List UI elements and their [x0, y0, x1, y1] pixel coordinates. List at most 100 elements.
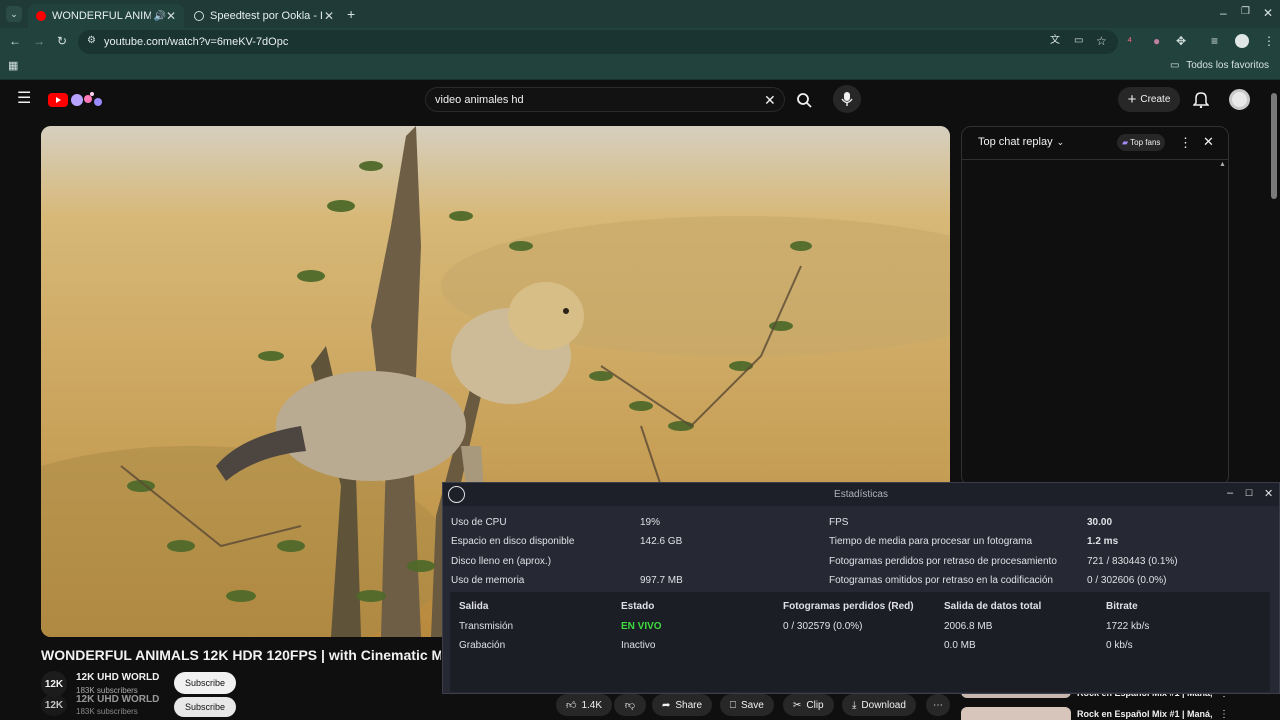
- extensions-puzzle-icon[interactable]: ✥: [1176, 35, 1186, 47]
- share-icon: ➦: [662, 699, 671, 711]
- url-text: youtube.com/watch?v=6meKV-7dOpc: [104, 36, 289, 48]
- table-cell: 2006.8 MB: [944, 621, 993, 632]
- download-button[interactable]: ⤓ Download: [842, 694, 916, 716]
- channel-avatar-ghost: 12K: [41, 694, 67, 716]
- stat-value: 30.00: [1087, 517, 1113, 528]
- stat-label: Uso de CPU: [451, 517, 507, 528]
- browser-tab-strip: ⌄ WONDERFUL ANIMA 🔊 ✕ Speedtest por Ookl…: [0, 0, 1280, 28]
- browser-toolbar: ← → ↻ ⚙ youtube.com/watch?v=6meKV-7dOpc …: [0, 28, 1280, 56]
- live-chat-panel: Top chat replay ⌄ ▰ Top fans ⋮ ✕ ▲: [961, 126, 1229, 486]
- stat-label: Uso de memoria: [451, 575, 525, 586]
- recommendation-more-icon[interactable]: ⋮: [1219, 709, 1229, 720]
- tab-speedtest[interactable]: Speedtest por Ookla - La ✕: [186, 4, 342, 28]
- close-window-icon[interactable]: ✕: [1263, 7, 1273, 19]
- create-label: Create: [1140, 94, 1171, 105]
- back-icon[interactable]: ←: [9, 35, 21, 47]
- obs-close-icon[interactable]: ✕: [1264, 487, 1273, 500]
- chat-mode-dropdown[interactable]: Top chat replay ⌄: [978, 136, 1064, 148]
- search-button[interactable]: [786, 87, 822, 112]
- clip-button[interactable]: ✂ Clip: [783, 694, 834, 716]
- menu-hamburger-icon[interactable]: ☰: [17, 91, 31, 107]
- subscribe-button-ghost: Subscribe: [174, 697, 236, 717]
- youtube-logo[interactable]: [48, 91, 108, 109]
- minimize-window-icon[interactable]: –: [1220, 7, 1227, 19]
- clear-search-icon[interactable]: ✕: [764, 92, 776, 109]
- chat-more-icon[interactable]: ⋮: [1179, 135, 1192, 151]
- tab-audio-icon[interactable]: 🔊: [153, 11, 165, 22]
- cast-icon[interactable]: ▭: [1074, 36, 1083, 46]
- thumbs-up-icon: 👍︎: [566, 700, 577, 711]
- stat-value: 0 / 302606 (0.0%): [1087, 575, 1167, 586]
- dislike-button[interactable]: 👎︎: [614, 694, 646, 716]
- chat-scroll-up-icon[interactable]: ▲: [1219, 161, 1226, 168]
- bookmarks-bar: ▦ ▭ Todos los favoritos: [0, 56, 1280, 80]
- table-header: Estado: [621, 601, 655, 612]
- top-fans-label: Top fans: [1130, 138, 1161, 147]
- notifications-bell-icon[interactable]: [1192, 90, 1210, 113]
- top-fans-button[interactable]: ▰ Top fans: [1117, 134, 1166, 151]
- account-avatar[interactable]: [1229, 89, 1250, 110]
- table-cell: Inactivo: [621, 640, 656, 651]
- recommendation-thumbnail[interactable]: [961, 707, 1071, 720]
- save-button[interactable]: ⎕ Save: [720, 694, 774, 716]
- obs-minimize-icon[interactable]: –: [1227, 487, 1233, 499]
- stat-value: 19%: [640, 517, 661, 528]
- reload-icon[interactable]: ↻: [57, 35, 67, 47]
- restore-window-icon[interactable]: ❐: [1241, 7, 1250, 17]
- all-bookmarks-folder[interactable]: ▭ Todos los favoritos: [1170, 61, 1269, 71]
- subscribe-button[interactable]: Subscribe: [174, 672, 236, 694]
- site-info-icon[interactable]: ⚙: [87, 36, 96, 46]
- stat-label: Espacio en disco disponible: [451, 536, 575, 547]
- youtube-logo-icon: [48, 92, 102, 107]
- search-icon: [797, 92, 812, 108]
- address-bar[interactable]: ⚙ youtube.com/watch?v=6meKV-7dOpc 文 ▭ ☆: [78, 30, 1118, 54]
- extension-icon[interactable]: ⁴: [1127, 35, 1132, 47]
- obs-window-title: Estadísticas: [834, 489, 888, 500]
- translate-icon[interactable]: 文: [1050, 36, 1060, 46]
- save-label: Save: [741, 699, 764, 711]
- recommendation-title[interactable]: Rock en Español Mix #1 | Maná,: [1077, 709, 1213, 719]
- share-button[interactable]: ➦ Share: [652, 694, 713, 716]
- table-cell: 0 kb/s: [1106, 640, 1133, 651]
- close-tab-icon[interactable]: ✕: [324, 9, 334, 23]
- stat-label: Fotogramas omitidos por retraso en la co…: [829, 575, 1053, 586]
- thumbs-down-icon: 👎︎: [624, 700, 636, 711]
- bookmark-star-icon[interactable]: ☆: [1096, 35, 1107, 47]
- like-button[interactable]: 👍︎ 1.4K: [556, 694, 612, 716]
- tab-title: Speedtest por Ookla - La: [210, 10, 322, 22]
- folder-icon: ▭: [1170, 60, 1180, 71]
- stat-value: 142.6 GB: [640, 536, 683, 547]
- table-header: Salida: [459, 601, 489, 612]
- new-tab-icon[interactable]: +: [347, 7, 355, 21]
- youtube-favicon-icon: [36, 11, 46, 21]
- stat-label: Tiempo de media para procesar un fotogra…: [829, 536, 1033, 547]
- more-actions-button[interactable]: ⋯: [926, 694, 950, 716]
- table-header: Salida de datos total: [944, 601, 1042, 612]
- browser-menu-icon[interactable]: ⋮: [1263, 35, 1275, 47]
- reading-list-icon[interactable]: ≡: [1211, 35, 1218, 47]
- apps-grid-icon[interactable]: ▦: [8, 61, 18, 72]
- create-button[interactable]: + Create: [1118, 87, 1180, 112]
- speedtest-favicon-icon: [194, 11, 204, 21]
- subscriber-count-ghost: 183K subscribers: [76, 707, 138, 716]
- channel-name-ghost: 12K UHD WORLD: [76, 694, 160, 705]
- obs-title-bar[interactable]: Estadísticas – ☐ ✕: [443, 483, 1279, 506]
- close-tab-icon[interactable]: ✕: [166, 9, 176, 23]
- forward-icon[interactable]: →: [33, 35, 45, 47]
- close-chat-icon[interactable]: ✕: [1203, 134, 1214, 150]
- page-scrollbar[interactable]: [1271, 93, 1277, 199]
- plus-icon: +: [1127, 91, 1137, 108]
- table-cell: Transmisión: [459, 621, 514, 632]
- voice-search-button[interactable]: [833, 85, 861, 113]
- search-input[interactable]: video animales hd ✕: [425, 87, 785, 112]
- tab-youtube[interactable]: WONDERFUL ANIMA 🔊 ✕: [28, 4, 184, 28]
- obs-maximize-icon[interactable]: ☐: [1245, 488, 1253, 499]
- tab-search-icon[interactable]: ⌄: [6, 6, 22, 22]
- share-label: Share: [675, 699, 703, 711]
- microphone-icon: [841, 92, 853, 106]
- extension-record-icon[interactable]: ●: [1153, 35, 1160, 47]
- stat-value: 721 / 830443 (0.1%): [1087, 556, 1178, 567]
- profile-avatar[interactable]: [1235, 34, 1249, 48]
- channel-name[interactable]: 12K UHD WORLD: [76, 672, 159, 683]
- channel-avatar-text: 12K: [44, 699, 64, 711]
